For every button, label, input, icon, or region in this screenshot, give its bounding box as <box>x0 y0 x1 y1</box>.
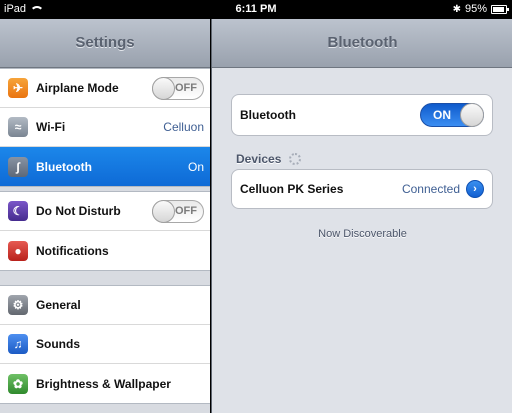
bluetooth-icon: ∫ <box>8 156 28 177</box>
disclosure-chevron-icon[interactable]: › <box>466 180 484 198</box>
settings-group-connectivity: ✈ Airplane Mode OFF ≈ Wi-Fi Celluon ∫ Bl… <box>0 68 210 187</box>
bluetooth-toggle-group: Bluetooth ON <box>231 94 493 136</box>
toggle-knob <box>152 199 175 223</box>
settings-item-airplane-mode: ✈ Airplane Mode OFF <box>0 69 210 108</box>
device-list: Celluon PK Series Connected › <box>231 169 493 209</box>
toggle-label: OFF <box>175 81 197 94</box>
settings-item-label: General <box>36 298 81 312</box>
notifications-icon: ● <box>8 240 28 261</box>
discoverable-note: Now Discoverable <box>318 228 407 240</box>
settings-group-alerts: ☾ Do Not Disturb OFF ● Notifications <box>0 191 210 271</box>
settings-item-value: Celluon <box>163 120 204 134</box>
gear-icon: ⚙ <box>8 295 28 315</box>
settings-item-label: Notifications <box>36 243 109 258</box>
status-time: 6:11 PM <box>235 3 277 15</box>
settings-item-label: Do Not Disturb <box>36 204 121 218</box>
battery-fill <box>493 6 504 12</box>
detail-title: Bluetooth <box>327 34 398 51</box>
settings-item-label: Wi-Fi <box>36 120 66 134</box>
settings-item-bluetooth[interactable]: ∫ Bluetooth On <box>0 147 210 186</box>
settings-item-label: Airplane Mode <box>36 81 119 95</box>
status-bar: iPad 6:11 PM ✱ 95% <box>0 0 512 19</box>
toggle-label: ON <box>433 108 451 122</box>
device-row-celluon[interactable]: Celluon PK Series Connected › <box>232 170 492 208</box>
bluetooth-nav-bar: Bluetooth <box>212 19 512 68</box>
device-status: Connected <box>401 182 460 196</box>
settings-nav-bar: Settings <box>0 19 210 68</box>
battery-percent: 95% <box>464 3 487 15</box>
devices-section-header: Devices <box>236 152 302 166</box>
device-name: Celluon PK Series <box>240 182 344 196</box>
settings-item-label: Bluetooth <box>36 159 92 174</box>
airplane-mode-toggle[interactable]: OFF <box>152 76 204 100</box>
settings-item-wifi[interactable]: ≈ Wi-Fi Celluon <box>0 108 210 147</box>
bluetooth-row-label: Bluetooth <box>240 108 296 122</box>
settings-item-do-not-disturb: ☾ Do Not Disturb OFF <box>0 192 210 231</box>
bluetooth-detail-pane: Bluetooth Bluetooth ON Devices Celluon P… <box>211 19 512 413</box>
spinner-icon <box>289 153 302 165</box>
do-not-disturb-toggle[interactable]: OFF <box>152 199 204 223</box>
moon-icon: ☾ <box>8 201 28 221</box>
settings-item-general[interactable]: ⚙ General <box>0 286 210 325</box>
settings-item-notifications[interactable]: ● Notifications <box>0 231 210 270</box>
bluetooth-toggle[interactable]: ON <box>420 103 484 127</box>
settings-sidebar: Settings ✈ Airplane Mode OFF ≈ Wi-Fi Cel… <box>0 19 210 413</box>
wifi-icon: ≈ <box>8 117 28 137</box>
settings-title: Settings <box>75 34 135 51</box>
toggle-knob <box>460 103 484 127</box>
settings-item-label: Sounds <box>36 337 80 351</box>
settings-item-label: Brightness & Wallpaper <box>36 376 171 391</box>
bluetooth-icon: ✱ <box>452 3 461 15</box>
settings-item-brightness-wallpaper[interactable]: ✿ Brightness & Wallpaper <box>0 364 210 403</box>
toggle-label: OFF <box>175 204 197 217</box>
flower-icon: ✿ <box>8 373 28 394</box>
settings-group-device: ⚙ General ♫ Sounds ✿ Brightness & Wallpa… <box>0 285 210 404</box>
settings-item-value: On <box>187 159 204 174</box>
speaker-icon: ♫ <box>8 334 28 354</box>
devices-header-label: Devices <box>236 152 282 166</box>
settings-item-sounds[interactable]: ♫ Sounds <box>0 325 210 364</box>
battery-icon <box>491 4 509 14</box>
toggle-knob <box>152 76 175 100</box>
airplane-icon: ✈ <box>8 78 28 98</box>
